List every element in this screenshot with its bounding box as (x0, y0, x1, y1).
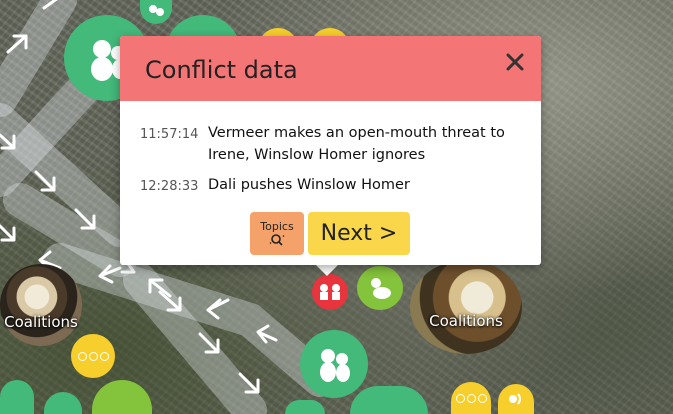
dots-node[interactable] (71, 334, 115, 378)
event-time: 11:57:14 (140, 127, 199, 142)
conflict-node[interactable] (312, 274, 348, 310)
event-row: 12:28:33 Dali pushes Winslow Homer (140, 174, 521, 196)
search-icon (269, 234, 285, 246)
topics-button[interactable]: Topics (250, 212, 304, 255)
modal-header: Conflict data (120, 36, 541, 101)
coalitions-label-right: Coalitions (429, 312, 503, 330)
grooming-icon (371, 278, 391, 299)
topics-label: Topics (260, 220, 294, 233)
modal-title: Conflict data (145, 56, 298, 84)
monkey-node-bottom-3[interactable] (285, 400, 325, 414)
event-text: Vermeer makes an open-mouth threat to Ir… (208, 125, 505, 163)
event-list: 11:57:14 Vermeer makes an open-mouth thr… (140, 122, 521, 204)
dots-icon (77, 351, 109, 361)
dots-icon (455, 393, 487, 403)
monkey-icon (149, 5, 164, 16)
monkey-node-bottom[interactable] (300, 330, 368, 398)
sound-icon (509, 393, 521, 405)
modal-pointer (315, 264, 339, 276)
conflict-data-modal: Conflict data 11:57:14 Vermeer makes an … (120, 36, 541, 265)
close-button[interactable] (503, 50, 527, 74)
next-label: Next > (320, 221, 398, 246)
event-text: Dali pushes Winslow Homer (208, 177, 410, 193)
next-button[interactable]: Next > (308, 212, 410, 255)
coalitions-node-left[interactable]: Coalitions (0, 264, 82, 346)
grooming-node[interactable] (357, 266, 403, 310)
conflict-icon (320, 284, 340, 300)
dots-node-bottom[interactable] (451, 382, 491, 414)
coalitions-node-right[interactable]: Coalitions (410, 260, 522, 354)
sound-node[interactable] (498, 384, 534, 414)
monkey-icon (320, 349, 350, 382)
event-row: 11:57:14 Vermeer makes an open-mouth thr… (140, 122, 521, 166)
coalitions-label-left: Coalitions (4, 313, 78, 331)
monkey-node-corner[interactable] (0, 380, 34, 414)
close-icon (506, 53, 524, 71)
event-time: 12:28:33 (140, 179, 199, 194)
